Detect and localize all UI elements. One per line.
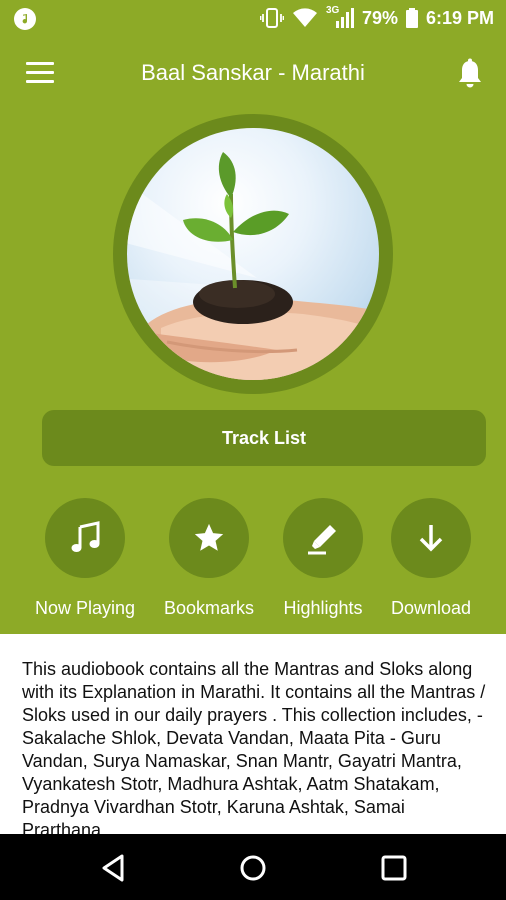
home-icon[interactable]: [237, 852, 269, 884]
highlights-label: Highlights: [283, 598, 363, 618]
highlights-circle: [283, 498, 363, 578]
track-list-button[interactable]: Track List: [42, 410, 486, 466]
seedling-in-hands-image: [127, 128, 379, 380]
action-row: Now Playing Bookmarks Highlights Downloa…: [0, 498, 506, 618]
back-icon[interactable]: [98, 852, 130, 884]
now-playing-button[interactable]: Now Playing: [25, 498, 145, 619]
bookmarks-circle: [169, 498, 249, 578]
vibrate-icon: [259, 8, 284, 28]
star-icon: [194, 523, 224, 551]
download-button[interactable]: Download: [371, 498, 491, 619]
app-bar: Baal Sanskar - Marathi: [0, 36, 506, 112]
bookmarks-button[interactable]: Bookmarks: [149, 498, 269, 619]
status-bar: 3G 79% 6:19 PM: [0, 0, 506, 36]
description-text: This audiobook contains all the Mantras …: [22, 659, 486, 834]
battery-percent: 79%: [361, 7, 398, 28]
highlights-button[interactable]: Highlights: [263, 498, 383, 619]
description-panel[interactable]: This audiobook contains all the Mantras …: [0, 634, 506, 834]
bookmarks-label: Bookmarks: [163, 598, 255, 618]
music-app-icon: [14, 8, 36, 30]
recents-icon[interactable]: [378, 852, 410, 884]
download-label: Download: [390, 598, 472, 618]
now-playing-circle: [45, 498, 125, 578]
now-playing-label: Now Playing: [34, 598, 136, 618]
app-title: Baal Sanskar - Marathi: [141, 60, 365, 85]
signal-icon: [335, 8, 354, 28]
battery-icon: [405, 8, 418, 28]
status-time: 6:19 PM: [425, 7, 494, 28]
music-note-icon: [71, 521, 100, 552]
download-icon: [419, 525, 443, 552]
wifi-icon: [292, 8, 317, 27]
bell-icon[interactable]: [456, 58, 484, 90]
main-panel: Track List Now Playing Bookmarks Highlig…: [0, 112, 506, 634]
hero-image-frame: [113, 114, 393, 394]
highlighter-icon: [308, 525, 336, 555]
system-nav-bar: [0, 834, 506, 900]
download-circle: [391, 498, 471, 578]
